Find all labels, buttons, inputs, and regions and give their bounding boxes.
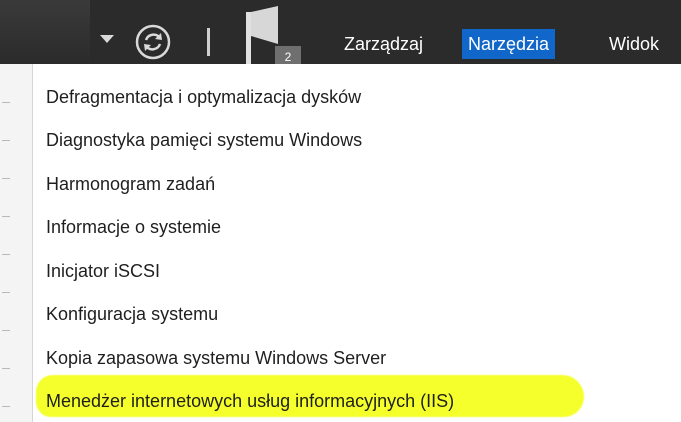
menu-item-menedzer-iis[interactable]: Menedżer internetowych usług informacyjn… [46, 387, 454, 415]
tree-tick [2, 216, 10, 217]
menu-item-inicjator-iscsi[interactable]: Inicjator iSCSI [46, 257, 160, 285]
menu-zarzadzaj[interactable]: Zarządzaj [338, 29, 429, 59]
menu-narzedzia[interactable]: Narzędzia [462, 29, 556, 59]
menu-item-harmonogram-zadan[interactable]: Harmonogram zadań [46, 170, 215, 198]
tree-tick [2, 178, 10, 179]
menu-item-diagnostyka-pamieci[interactable]: Diagnostyka pamięci systemu Windows [46, 126, 362, 154]
tree-tick [2, 140, 10, 141]
menu-item-defragmentacja[interactable]: Defragmentacja i optymalizacja dysków [46, 83, 361, 111]
background-panel-edge [0, 64, 32, 422]
tree-tick [2, 368, 10, 369]
menu-item-informacje-o-systemie[interactable]: Informacje o systemie [46, 213, 221, 241]
title-bar: 2 Zarządzaj Narzędzia Widok [0, 0, 681, 64]
refresh-icon[interactable] [134, 23, 172, 61]
notification-count-badge: 2 [275, 46, 301, 64]
menu-item-konfiguracja-systemu[interactable]: Konfiguracja systemu [46, 300, 218, 328]
menu-item-kopia-zapasowa[interactable]: Kopia zapasowa systemu Windows Server [46, 344, 386, 372]
title-bar-left [0, 0, 90, 64]
tree-tick [2, 406, 10, 407]
tree-tick [2, 254, 10, 255]
tree-tick [2, 102, 10, 103]
tree-tick [2, 330, 10, 331]
chevron-down-icon[interactable] [100, 35, 114, 43]
menu-widok[interactable]: Widok [603, 29, 665, 59]
tree-tick [2, 292, 10, 293]
toolbar-separator [207, 28, 210, 56]
